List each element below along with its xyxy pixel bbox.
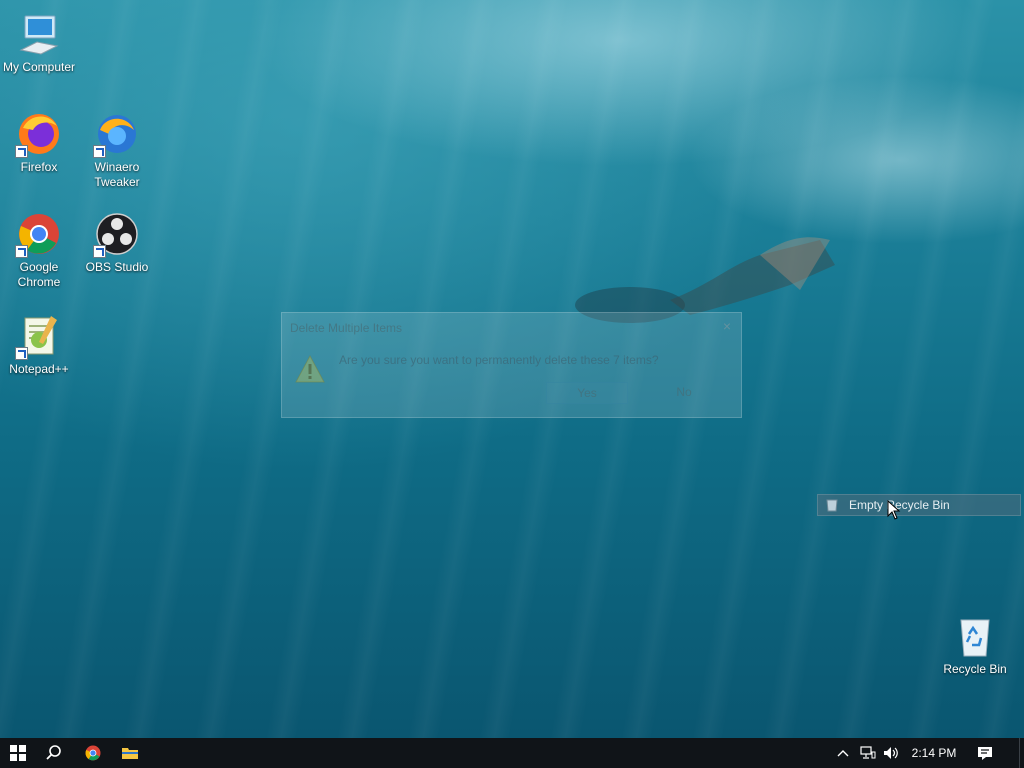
start-button[interactable] [0, 738, 36, 768]
taskbar: 2:14 PM [0, 738, 1024, 768]
recycle-bin-icon [951, 612, 999, 660]
chevron-up-icon [837, 750, 849, 757]
mouse-cursor-icon [887, 500, 901, 520]
no-button[interactable]: No [643, 382, 725, 404]
warning-icon [295, 354, 325, 383]
volume-icon [884, 747, 898, 759]
show-desktop-button[interactable] [1019, 738, 1024, 768]
shortcut-arrow-icon [15, 245, 28, 258]
icon-label-line2: Chrome [17, 275, 61, 289]
icon-label-line1: Winaero [94, 160, 140, 174]
desktop-icon-firefox[interactable]: Firefox [0, 110, 78, 175]
search-icon [46, 745, 61, 760]
firefox-icon [15, 110, 63, 158]
desktop-icon-notepad-plus-plus[interactable]: Notepad++ [0, 312, 78, 377]
desktop-icon-recycle-bin[interactable]: Recycle Bin [936, 612, 1014, 677]
desktop-icon-obs-studio[interactable]: OBS Studio [78, 210, 156, 275]
context-menu: Empty Recycle Bin [817, 494, 1021, 516]
desktop-icon-google-chrome[interactable]: Google Chrome [0, 210, 78, 290]
show-hidden-icons-button[interactable] [834, 738, 852, 768]
chrome-icon [85, 745, 101, 761]
network-icon [860, 746, 876, 759]
action-center-icon [978, 746, 992, 760]
winaero-tweaker-icon [93, 110, 141, 158]
search-button[interactable] [36, 738, 72, 768]
recycle-bin-icon [826, 499, 838, 512]
dialog-title: Delete Multiple Items [290, 321, 403, 335]
shortcut-arrow-icon [15, 145, 28, 158]
chrome-icon [15, 210, 63, 258]
taskbar-file-explorer-button[interactable] [112, 738, 148, 768]
icon-label: My Computer [2, 60, 76, 74]
taskbar-chrome-button[interactable] [75, 738, 111, 768]
obs-studio-icon [93, 210, 141, 258]
icon-label: Firefox [20, 160, 58, 174]
yes-button[interactable]: Yes [546, 382, 628, 404]
shortcut-arrow-icon [15, 347, 28, 360]
monitor-icon [15, 10, 63, 58]
start-icon [10, 745, 26, 761]
icon-label: Recycle Bin [943, 662, 1007, 676]
desktop-icon-my-computer[interactable]: My Computer [0, 10, 78, 75]
file-explorer-icon [122, 748, 138, 759]
desktop-icon-winaero-tweaker[interactable]: Winaero Tweaker [78, 110, 156, 190]
close-icon[interactable]: × [723, 318, 731, 334]
dialog-message: Are you sure you want to permanently del… [339, 353, 659, 367]
shortcut-arrow-icon [93, 245, 106, 258]
icon-label: OBS Studio [85, 260, 149, 274]
volume-button[interactable] [881, 738, 901, 768]
icon-label-line1: Google [19, 260, 59, 274]
delete-confirmation-dialog: Delete Multiple Items × Are you sure you… [281, 312, 742, 418]
system-clock[interactable]: 2:14 PM [905, 738, 963, 768]
network-button[interactable] [858, 738, 878, 768]
action-center-button[interactable] [974, 738, 996, 768]
icon-label-line2: Tweaker [94, 175, 140, 189]
shortcut-arrow-icon [93, 145, 106, 158]
icon-label: Notepad++ [9, 362, 69, 376]
notepad-plus-plus-icon [15, 312, 63, 360]
